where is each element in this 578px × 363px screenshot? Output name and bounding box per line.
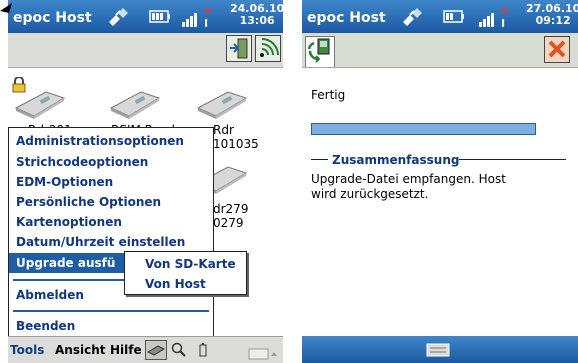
signal-bars-icon: × I: [181, 4, 217, 33]
search-icon[interactable]: [171, 341, 187, 363]
menu-item-card[interactable]: Kartenoptionen: [16, 215, 122, 229]
tools-menu: Administrationsoptionen Strichcodeoption…: [8, 127, 215, 338]
menu-help[interactable]: Hilfe: [110, 343, 142, 357]
svg-text:×: ×: [500, 5, 509, 17]
wireless-button[interactable]: [255, 35, 281, 62]
menu-item-logout[interactable]: Abmelden: [16, 288, 84, 302]
right-toolbar: [302, 33, 578, 68]
summary-text: Upgrade-Datei empfangen. Host wird zurüc…: [311, 172, 506, 201]
device-icon[interactable]: [194, 88, 250, 124]
menu-item-datetime[interactable]: Datum/Uhrzeit einstellen: [16, 235, 185, 249]
menu-item-personal[interactable]: Persönliche Optionen: [16, 195, 161, 209]
menu-item-edm[interactable]: EDM-Optionen: [16, 175, 113, 189]
progress-bar: [311, 123, 536, 135]
arrow-cursor-icon: [0, 0, 14, 19]
left-title-bar: epoc Host × I 24.06.10 13:06: [8, 0, 283, 33]
menu-tools[interactable]: Tools: [10, 343, 44, 357]
device-icon[interactable]: [107, 88, 163, 124]
upgrade-submenu: Von SD-Karte Von Host: [124, 251, 247, 295]
menu-item-administration[interactable]: Administrationsoptionen: [16, 134, 184, 148]
svg-text:I: I: [501, 17, 505, 29]
submenu-item-host[interactable]: Von Host: [145, 277, 206, 291]
svg-text:I: I: [204, 17, 208, 29]
time-text: 13:06: [239, 14, 275, 27]
group-divider: [311, 159, 328, 160]
left-toolbar: [8, 33, 283, 68]
exit-door-icon: [230, 38, 248, 59]
wireless-icon: [260, 38, 279, 57]
group-divider: [459, 159, 566, 160]
status-text: Fertig: [311, 88, 346, 102]
app-title: epoc Host: [307, 10, 386, 26]
right-bottom-bar: [302, 336, 578, 363]
battery-icon[interactable]: [198, 342, 208, 362]
progress-fill: [312, 124, 535, 134]
signal-bars-icon: × I: [478, 4, 514, 33]
device-label[interactable]: dr279 0279: [213, 202, 248, 230]
usb-plug-icon: [107, 7, 129, 31]
menu-view[interactable]: Ansicht: [55, 343, 105, 357]
clock: 27.06.10 09:12: [526, 3, 578, 27]
menu-item-exit[interactable]: Beenden: [16, 319, 75, 333]
battery-icon: [443, 10, 465, 27]
keyboard-icon[interactable]: [248, 345, 278, 363]
menu-item-barcode[interactable]: Strichcodeoptionen: [16, 155, 148, 169]
upgrade-panel: Fertig Zusammenfassung Upgrade-Datei emp…: [302, 68, 578, 336]
keyboard-icon[interactable]: [426, 342, 450, 361]
device-button[interactable]: [145, 340, 167, 360]
submenu-item-sd-card[interactable]: Von SD-Karte: [145, 257, 236, 271]
app-title: epoc Host: [13, 10, 92, 26]
summary-title: Zusammenfassung: [332, 153, 460, 167]
sync-icon: [307, 38, 330, 63]
svg-text:×: ×: [203, 5, 212, 17]
usb-plug-icon: [401, 7, 423, 31]
right-title-bar: epoc Host × I 27.06.10 09:12: [302, 0, 578, 33]
sync-tab[interactable]: [305, 36, 335, 67]
device-icon[interactable]: [12, 88, 68, 124]
time-text: 09:12: [535, 14, 571, 27]
left-screen: epoc Host × I 24.06.10 13:06 Rdr 101035 …: [8, 0, 283, 363]
close-icon: [548, 40, 566, 58]
close-button[interactable]: [544, 36, 570, 63]
exit-button[interactable]: [226, 35, 252, 62]
clock: 24.06.10 13:06: [230, 3, 283, 27]
device-icon: [146, 345, 166, 356]
battery-icon: [149, 10, 171, 27]
right-screen: epoc Host × I 27.06.10 09:12 Fertig Zusam…: [302, 0, 578, 363]
left-menu-bar: Tools Ansicht Hilfe: [8, 336, 283, 363]
menu-separator: [13, 310, 209, 312]
device-label[interactable]: Rdr 101035: [213, 123, 259, 151]
